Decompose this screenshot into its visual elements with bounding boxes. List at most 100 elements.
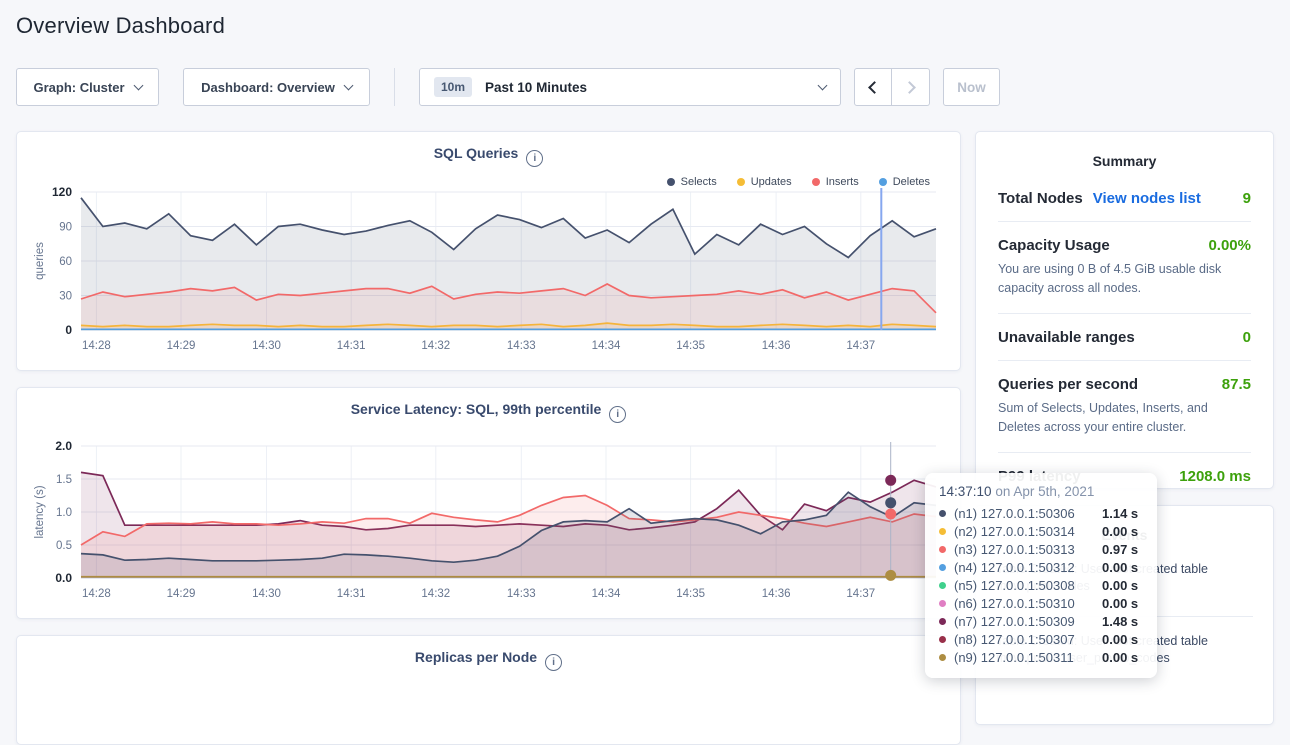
svg-text:0: 0 (65, 323, 72, 337)
svg-text:120: 120 (52, 185, 72, 199)
tooltip-node-value: 1.14 s (1102, 506, 1138, 521)
tooltip-node-row: (n8) 127.0.0.1:50307 0.00 s (939, 630, 1143, 648)
sql-queries-panel: SQL Queriesi SelectsUpdatesInsertsDelete… (16, 131, 961, 371)
chevron-down-icon (818, 80, 828, 90)
tooltip-node-row: (n5) 127.0.0.1:50308 0.00 s (939, 576, 1143, 594)
page-title: Overview Dashboard (16, 13, 225, 39)
summary-item-queries-per-second: Queries per second 87.5 Sum of Selects, … (998, 361, 1251, 453)
svg-text:14:33: 14:33 (507, 340, 536, 352)
tooltip-node-value: 1.48 s (1102, 614, 1138, 629)
svg-text:14:34: 14:34 (592, 588, 621, 600)
tooltip-node-value: 0.00 s (1102, 632, 1138, 647)
graph-dropdown-label: Graph: Cluster (33, 80, 124, 95)
svg-text:14:28: 14:28 (82, 340, 111, 352)
service-latency-title: Service Latency: SQL, 99th percentile (351, 401, 602, 417)
tooltip-node-row: (n6) 127.0.0.1:50310 0.00 s (939, 594, 1143, 612)
svg-text:14:33: 14:33 (507, 588, 536, 600)
view-nodes-list-link[interactable]: View nodes list (1093, 190, 1201, 207)
summary-item-value: 0 (1243, 329, 1251, 346)
node-color-dot-icon (939, 564, 946, 571)
svg-text:90: 90 (59, 222, 72, 234)
svg-text:14:36: 14:36 (762, 588, 791, 600)
chevron-down-icon (133, 80, 143, 90)
tooltip-node-row: (n3) 127.0.0.1:50313 0.97 s (939, 540, 1143, 558)
chart-hover-tooltip: 14:37:10 on Apr 5th, 2021 (n1) 127.0.0.1… (925, 473, 1157, 678)
service-latency-chart[interactable]: 14:28 14:29 14:30 14:31 14:32 14:33 14:34 14:35… (17, 436, 962, 616)
dashboard-dropdown[interactable]: Dashboard: Overview (183, 68, 370, 106)
chevron-right-icon (903, 81, 916, 94)
chevron-down-icon (343, 80, 353, 90)
svg-text:queries: queries (34, 242, 46, 280)
chart-title-row: Service Latency: SQL, 99th percentile i (17, 401, 960, 423)
svg-text:latency (s): latency (s) (34, 485, 46, 538)
time-range-dropdown[interactable]: 10m Past 10 Minutes (419, 68, 841, 106)
svg-text:14:31: 14:31 (337, 588, 366, 600)
tooltip-node-value: 0.97 s (1102, 542, 1138, 557)
chevron-left-icon (868, 81, 881, 94)
sql-queries-title: SQL Queries (434, 145, 519, 161)
summary-panel: Summary Total Nodes View nodes list 9 Ca… (975, 131, 1274, 489)
replicas-per-node-title: Replicas per Node (415, 649, 537, 665)
summary-item-value: 9 (1243, 190, 1251, 207)
svg-text:2.0: 2.0 (55, 439, 72, 453)
tooltip-rows: (n1) 127.0.0.1:50306 1.14 s (n2) 127.0.0… (939, 504, 1143, 666)
dashboard-dropdown-label: Dashboard: Overview (201, 80, 335, 95)
tooltip-node-label: (n1) 127.0.0.1:50306 (954, 506, 1102, 521)
tooltip-node-value: 0.00 s (1102, 560, 1138, 575)
svg-text:14:28: 14:28 (82, 588, 111, 600)
time-prev-button[interactable] (854, 68, 892, 106)
svg-text:14:30: 14:30 (252, 588, 281, 600)
summary-item-total-nodes: Total Nodes View nodes list 9 (998, 175, 1251, 222)
tooltip-node-row: (n2) 127.0.0.1:50314 0.00 s (939, 522, 1143, 540)
tooltip-node-label: (n8) 127.0.0.1:50307 (954, 632, 1102, 647)
summary-item-value: 87.5 (1222, 376, 1251, 393)
summary-item-description: You are using 0 B of 4.5 GiB usable disk… (998, 260, 1251, 299)
time-step-group (854, 68, 930, 106)
svg-text:14:37: 14:37 (846, 340, 875, 352)
info-icon[interactable]: i (526, 150, 543, 167)
info-icon[interactable]: i (545, 654, 562, 671)
summary-item-label: Unavailable ranges (998, 329, 1135, 346)
svg-text:14:29: 14:29 (167, 340, 196, 352)
node-color-dot-icon (939, 600, 946, 607)
svg-text:14:34: 14:34 (592, 340, 621, 352)
summary-item-description: Sum of Selects, Updates, Inserts, and De… (998, 399, 1251, 438)
svg-text:14:35: 14:35 (676, 340, 705, 352)
node-color-dot-icon (939, 528, 946, 535)
replicas-per-node-panel: Replicas per Node i (16, 635, 961, 745)
svg-text:14:30: 14:30 (252, 340, 281, 352)
svg-text:14:36: 14:36 (762, 340, 791, 352)
toolbar: Graph: Cluster Dashboard: Overview 10m P… (16, 68, 1000, 106)
summary-list: Total Nodes View nodes list 9 Capacity U… (976, 169, 1273, 499)
info-icon[interactable]: i (609, 406, 626, 423)
node-color-dot-icon (939, 582, 946, 589)
svg-text:0.5: 0.5 (56, 540, 72, 552)
tooltip-node-row: (n7) 127.0.0.1:50309 1.48 s (939, 612, 1143, 630)
svg-text:14:37: 14:37 (846, 588, 875, 600)
chart-title-row: Replicas per Node i (17, 649, 960, 671)
tooltip-node-label: (n7) 127.0.0.1:50309 (954, 614, 1102, 629)
tooltip-node-value: 0.00 s (1102, 578, 1138, 593)
node-color-dot-icon (939, 546, 946, 553)
time-range-badge: 10m (434, 77, 472, 97)
tooltip-node-label: (n4) 127.0.0.1:50312 (954, 560, 1102, 575)
summary-item-label: Total Nodes (998, 190, 1083, 207)
summary-item-value: 0.00% (1208, 237, 1251, 254)
svg-text:14:31: 14:31 (337, 340, 366, 352)
svg-text:0.0: 0.0 (55, 571, 72, 585)
tooltip-node-label: (n9) 127.0.0.1:50311 (954, 650, 1102, 665)
sql-queries-chart[interactable]: 14:2814:2914:3014:3114:3214:3314:3414:35… (17, 184, 962, 364)
toolbar-divider (394, 68, 395, 106)
svg-text:14:35: 14:35 (676, 588, 705, 600)
graph-dropdown[interactable]: Graph: Cluster (16, 68, 159, 106)
tooltip-node-label: (n5) 127.0.0.1:50308 (954, 578, 1102, 593)
tooltip-node-value: 0.00 s (1102, 650, 1138, 665)
svg-text:1.5: 1.5 (56, 474, 72, 486)
tooltip-node-row: (n1) 127.0.0.1:50306 1.14 s (939, 504, 1143, 522)
node-color-dot-icon (939, 510, 946, 517)
now-button-disabled: Now (943, 68, 1000, 106)
svg-text:14:32: 14:32 (421, 588, 450, 600)
svg-text:1.0: 1.0 (56, 507, 72, 519)
node-color-dot-icon (939, 618, 946, 625)
svg-text:14:29: 14:29 (167, 588, 196, 600)
